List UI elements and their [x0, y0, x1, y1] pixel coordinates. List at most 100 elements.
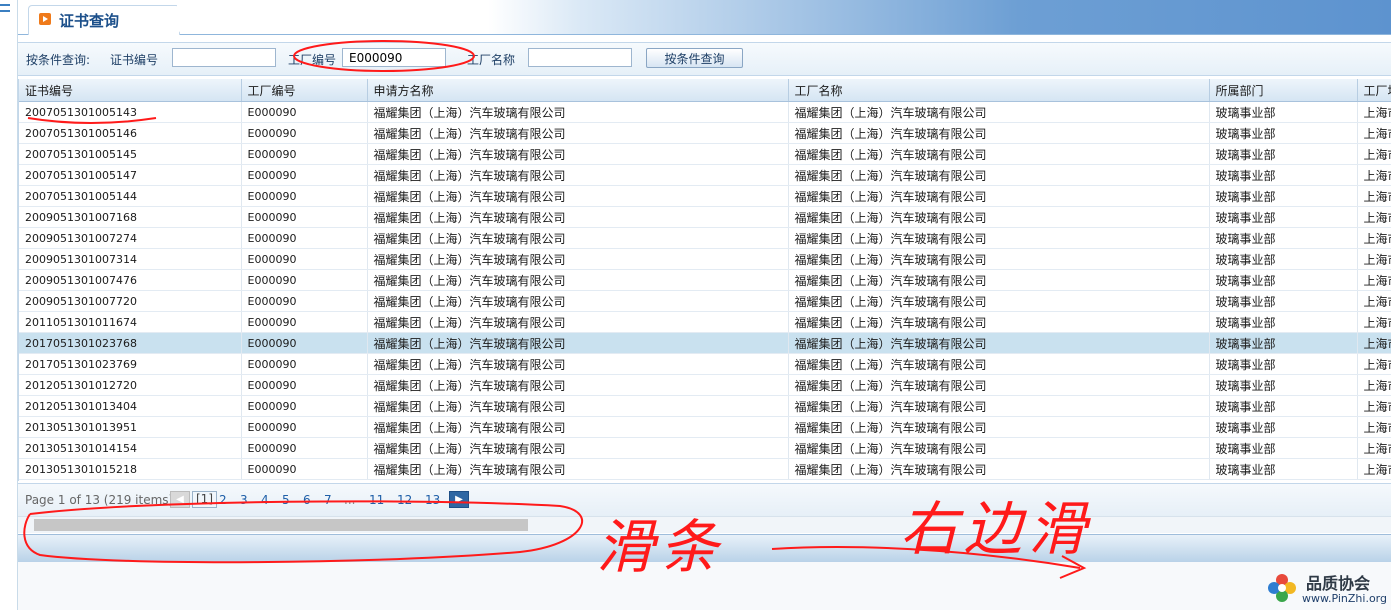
note-scrollbar: 滑条 [596, 513, 725, 581]
table-cell: 上海市 [1357, 143, 1391, 165]
table-cell: 福耀集团（上海）汽车玻璃有限公司 [367, 206, 789, 228]
table-cell: 2007051301005143 [19, 101, 242, 123]
cert-no-input[interactable] [172, 48, 276, 67]
table-row[interactable]: 2012051301012720 E000090 福耀集团（上海）汽车玻璃有限公司福… [19, 374, 1391, 396]
column-header[interactable]: 工厂编号 [241, 79, 368, 102]
table-cell: 福耀集团（上海）汽车玻璃有限公司 [367, 395, 789, 417]
table-cell: 上海市 [1357, 227, 1391, 249]
table-cell: 玻璃事业部 [1209, 332, 1358, 354]
table-row[interactable]: 2011051301011674 E000090 福耀集团（上海）汽车玻璃有限公司福… [19, 311, 1391, 333]
table-row[interactable]: 2009051301007476 E000090 福耀集团（上海）汽车玻璃有限公司福… [19, 269, 1391, 291]
page-link[interactable]: [1] [192, 491, 217, 508]
page-link[interactable]: 3 [240, 493, 248, 507]
table-cell: 福耀集团（上海）汽车玻璃有限公司 [367, 143, 789, 165]
table-cell: E000090 [241, 269, 368, 291]
results-table: 证书编号 工厂编号 申请方名称 工厂名称 所属部门 工厂地 2007051301… [19, 79, 1391, 480]
table-cell: 玻璃事业部 [1209, 269, 1358, 291]
header-row: 证书编号 工厂编号 申请方名称 工厂名称 所属部门 工厂地 [19, 79, 1391, 102]
table-cell: 上海市 [1357, 101, 1391, 123]
page-link[interactable]: 6 [303, 493, 311, 507]
table-cell: 福耀集团（上海）汽车玻璃有限公司 [788, 290, 1210, 312]
page-link[interactable]: 4 [261, 493, 269, 507]
table-cell: 玻璃事业部 [1209, 416, 1358, 438]
table-row[interactable]: 2007051301005147 E000090 福耀集团（上海）汽车玻璃有限公司福… [19, 164, 1391, 186]
table-cell: 2009051301007720 [19, 290, 242, 312]
table-row[interactable]: 2007051301005144 E000090 福耀集团（上海）汽车玻璃有限公司福… [19, 185, 1391, 207]
table-cell: 福耀集团（上海）汽车玻璃有限公司 [367, 332, 789, 354]
watermark: 品质协会 www.PinZhi.org [1262, 568, 1391, 610]
table-cell: 玻璃事业部 [1209, 353, 1358, 375]
table-cell: 上海市 [1357, 353, 1391, 375]
table-row[interactable]: 2009051301007274 E000090 福耀集团（上海）汽车玻璃有限公司福… [19, 227, 1391, 249]
page-link[interactable]: 11 [369, 493, 384, 507]
table-cell: E000090 [241, 353, 368, 375]
table-cell: 上海市 [1357, 206, 1391, 228]
left-strip-mark [0, 4, 10, 6]
table-row[interactable]: 2012051301013404 E000090 福耀集团（上海）汽车玻璃有限公司福… [19, 395, 1391, 417]
table-cell: 上海市 [1357, 374, 1391, 396]
table-cell: 福耀集团（上海）汽车玻璃有限公司 [367, 437, 789, 459]
table-cell: 2017051301023769 [19, 353, 242, 375]
table-cell: 2012051301012720 [19, 374, 242, 396]
column-header[interactable]: 所属部门 [1209, 79, 1358, 102]
watermark-title: 品质协会 [1306, 574, 1371, 593]
table-cell: 福耀集团（上海）汽车玻璃有限公司 [788, 311, 1210, 333]
page-link[interactable]: 5 [282, 493, 290, 507]
table-row[interactable]: 2009051301007720 E000090 福耀集团（上海）汽车玻璃有限公司福… [19, 290, 1391, 312]
table-cell: 2009051301007274 [19, 227, 242, 249]
table-row[interactable]: 2007051301005143 E000090 福耀集团（上海）汽车玻璃有限公司福… [19, 101, 1391, 123]
search-button[interactable]: 按条件查询 [646, 48, 743, 68]
table-row[interactable]: 2007051301005145 E000090 福耀集团（上海）汽车玻璃有限公司福… [19, 143, 1391, 165]
table-row[interactable]: 2007051301005146 E000090 福耀集团（上海）汽车玻璃有限公司福… [19, 122, 1391, 144]
chevron-left-icon[interactable]: ◀ [170, 491, 190, 508]
table-cell: 2009051301007168 [19, 206, 242, 228]
watermark-url: www.PinZhi.org [1302, 592, 1387, 605]
table-cell: 福耀集团（上海）汽车玻璃有限公司 [788, 353, 1210, 375]
page-link[interactable]: 7 [324, 493, 332, 507]
table-cell: 玻璃事业部 [1209, 437, 1358, 459]
table-cell: E000090 [241, 290, 368, 312]
table-cell: E000090 [241, 458, 368, 480]
table-cell: 福耀集团（上海）汽车玻璃有限公司 [788, 164, 1210, 186]
left-strip [0, 0, 18, 610]
table-row[interactable]: 2017051301023768 E000090 福耀集团（上海）汽车玻璃有限公司福… [19, 332, 1391, 354]
search-bar: 按条件查询: 证书编号 工厂编号 工厂名称 按条件查询 [18, 42, 1391, 76]
table-row[interactable]: 2009051301007314 E000090 福耀集团（上海）汽车玻璃有限公司福… [19, 248, 1391, 270]
table-cell: 上海市 [1357, 164, 1391, 186]
column-header[interactable]: 申请方名称 [367, 79, 789, 102]
table-cell: 玻璃事业部 [1209, 395, 1358, 417]
table-cell: 上海市 [1357, 458, 1391, 480]
table-cell: 福耀集团（上海）汽车玻璃有限公司 [367, 185, 789, 207]
table-cell: 2007051301005147 [19, 164, 242, 186]
table-cell: E000090 [241, 416, 368, 438]
column-header[interactable]: 工厂名称 [788, 79, 1210, 102]
column-header[interactable]: 工厂地 [1357, 79, 1391, 102]
chevron-right-icon[interactable]: ▶ [449, 491, 469, 508]
table-cell: E000090 [241, 374, 368, 396]
scrollbar-thumb[interactable] [34, 519, 528, 531]
page-link[interactable]: 13 [425, 493, 440, 507]
table-cell: 2007051301005146 [19, 122, 242, 144]
factory-name-input[interactable] [528, 48, 632, 67]
grid-body: 2007051301005143 E000090 福耀集团（上海）汽车玻璃有限公司福… [19, 101, 1391, 480]
table-row[interactable]: 2009051301007168 E000090 福耀集团（上海）汽车玻璃有限公司福… [19, 206, 1391, 228]
pager-info: Page 1 of 13 (219 items) [25, 493, 174, 507]
table-row[interactable]: 2013051301013951 E000090 福耀集团（上海）汽车玻璃有限公司福… [19, 416, 1391, 438]
table-cell: 上海市 [1357, 290, 1391, 312]
table-row[interactable]: 2017051301023769 E000090 福耀集团（上海）汽车玻璃有限公司福… [19, 353, 1391, 375]
table-row[interactable]: 2013051301014154 E000090 福耀集团（上海）汽车玻璃有限公司福… [19, 437, 1391, 459]
factory-no-input[interactable] [342, 48, 446, 67]
table-cell: 玻璃事业部 [1209, 290, 1358, 312]
table-cell: 上海市 [1357, 248, 1391, 270]
page-link[interactable]: 12 [397, 493, 412, 507]
table-cell: E000090 [241, 122, 368, 144]
table-cell: 玻璃事业部 [1209, 143, 1358, 165]
page-link[interactable]: 2 [219, 493, 227, 507]
column-header[interactable]: 证书编号 [19, 79, 242, 102]
table-cell: E000090 [241, 227, 368, 249]
tab-cert-query[interactable]: 证书查询 [28, 5, 201, 35]
title-bar: 证书查询 [18, 0, 1391, 35]
table-cell: 上海市 [1357, 332, 1391, 354]
table-row[interactable]: 2013051301015218 E000090 福耀集团（上海）汽车玻璃有限公司福… [19, 458, 1391, 480]
table-cell: 2012051301013404 [19, 395, 242, 417]
